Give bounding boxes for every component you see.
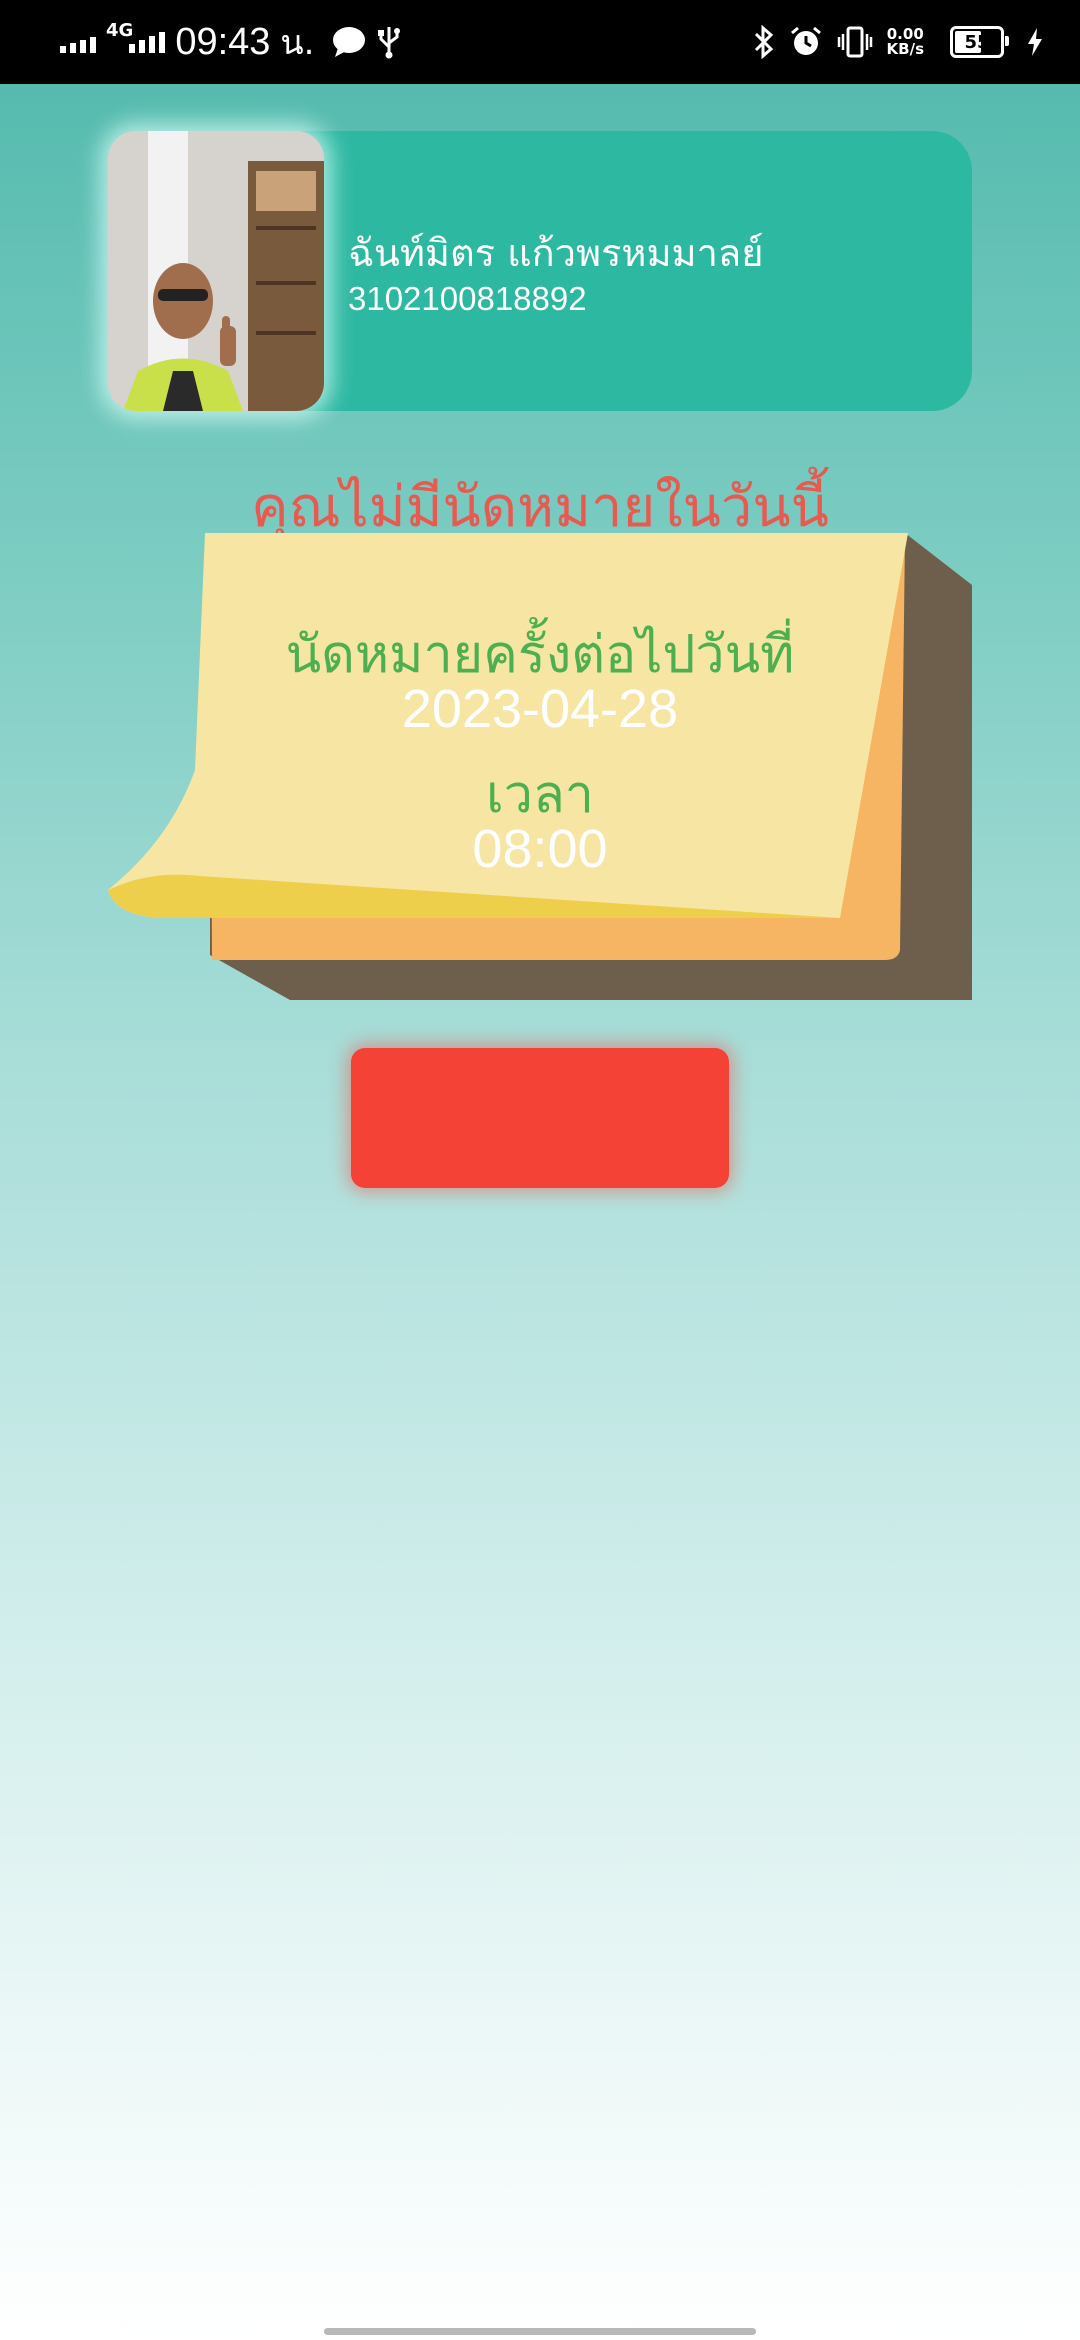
home-indicator[interactable] bbox=[324, 2328, 756, 2335]
appointment-note: นัดหมายครั้งต่อไปวันที่ 2023-04-28 เวลา … bbox=[0, 0, 1080, 1020]
appointment-time: 08:00 bbox=[472, 819, 608, 879]
action-button[interactable] bbox=[351, 1048, 729, 1188]
appointment-date: 2023-04-28 bbox=[401, 679, 679, 739]
